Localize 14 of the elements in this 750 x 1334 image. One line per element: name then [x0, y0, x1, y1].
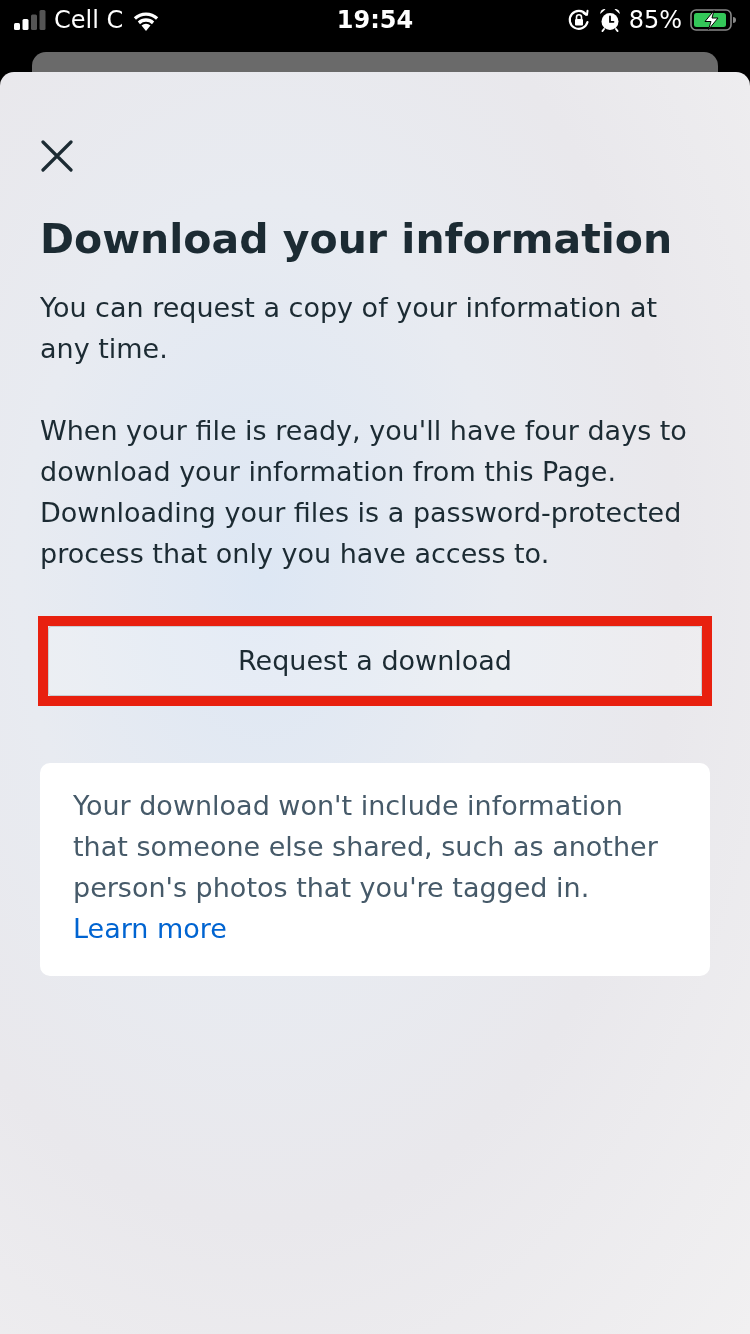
sheet-title: Download your information: [40, 214, 674, 265]
learn-more-link[interactable]: Learn more: [73, 908, 227, 949]
request-download-button[interactable]: Request a download: [48, 626, 702, 696]
signal-icon: [14, 10, 46, 30]
battery-charging-icon: [690, 9, 736, 31]
notice-text: Your download won't include information that someone else shared, such as another person's photos that you're tagged in.: [73, 789, 659, 905]
orientation-lock-icon: [566, 8, 591, 32]
battery-percentage: 85%: [628, 5, 682, 36]
alarm-clock-icon: [598, 8, 621, 32]
status-time: 19:54: [336, 5, 414, 36]
carrier-name: Cell C: [54, 5, 124, 36]
body-text: When your file is ready, you'll have four days to download your information from this Page. Downloading your files is a password-protected process that only you have access to.: [40, 414, 688, 571]
body-text: You can request a copy of your information at any time.: [40, 291, 659, 366]
close-icon[interactable]: [41, 140, 73, 172]
